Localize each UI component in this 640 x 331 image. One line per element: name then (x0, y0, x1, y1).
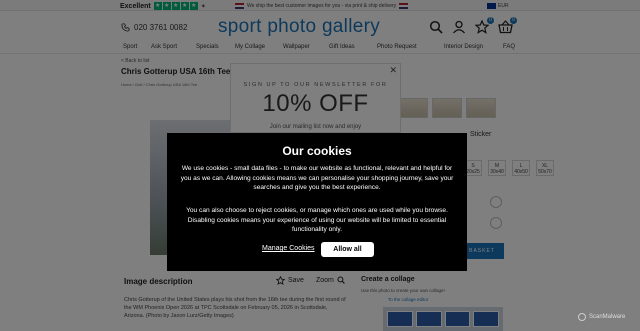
cookie-dialog: Our cookies We use cookies - small data … (167, 133, 467, 271)
watermark-text: ScanMalware (589, 314, 626, 320)
cookie-title: Our cookies (282, 144, 352, 158)
watermark: ScanMalware (578, 313, 625, 321)
scanner-logo-icon (578, 313, 586, 321)
cookie-text-secondary: You can also choose to reject cookies, o… (186, 207, 448, 234)
cookie-text-primary: We use cookies - small data files - to m… (180, 165, 454, 192)
allow-all-button[interactable]: Allow all (321, 242, 374, 257)
manage-cookies-button[interactable]: Manage Cookies (262, 245, 315, 252)
